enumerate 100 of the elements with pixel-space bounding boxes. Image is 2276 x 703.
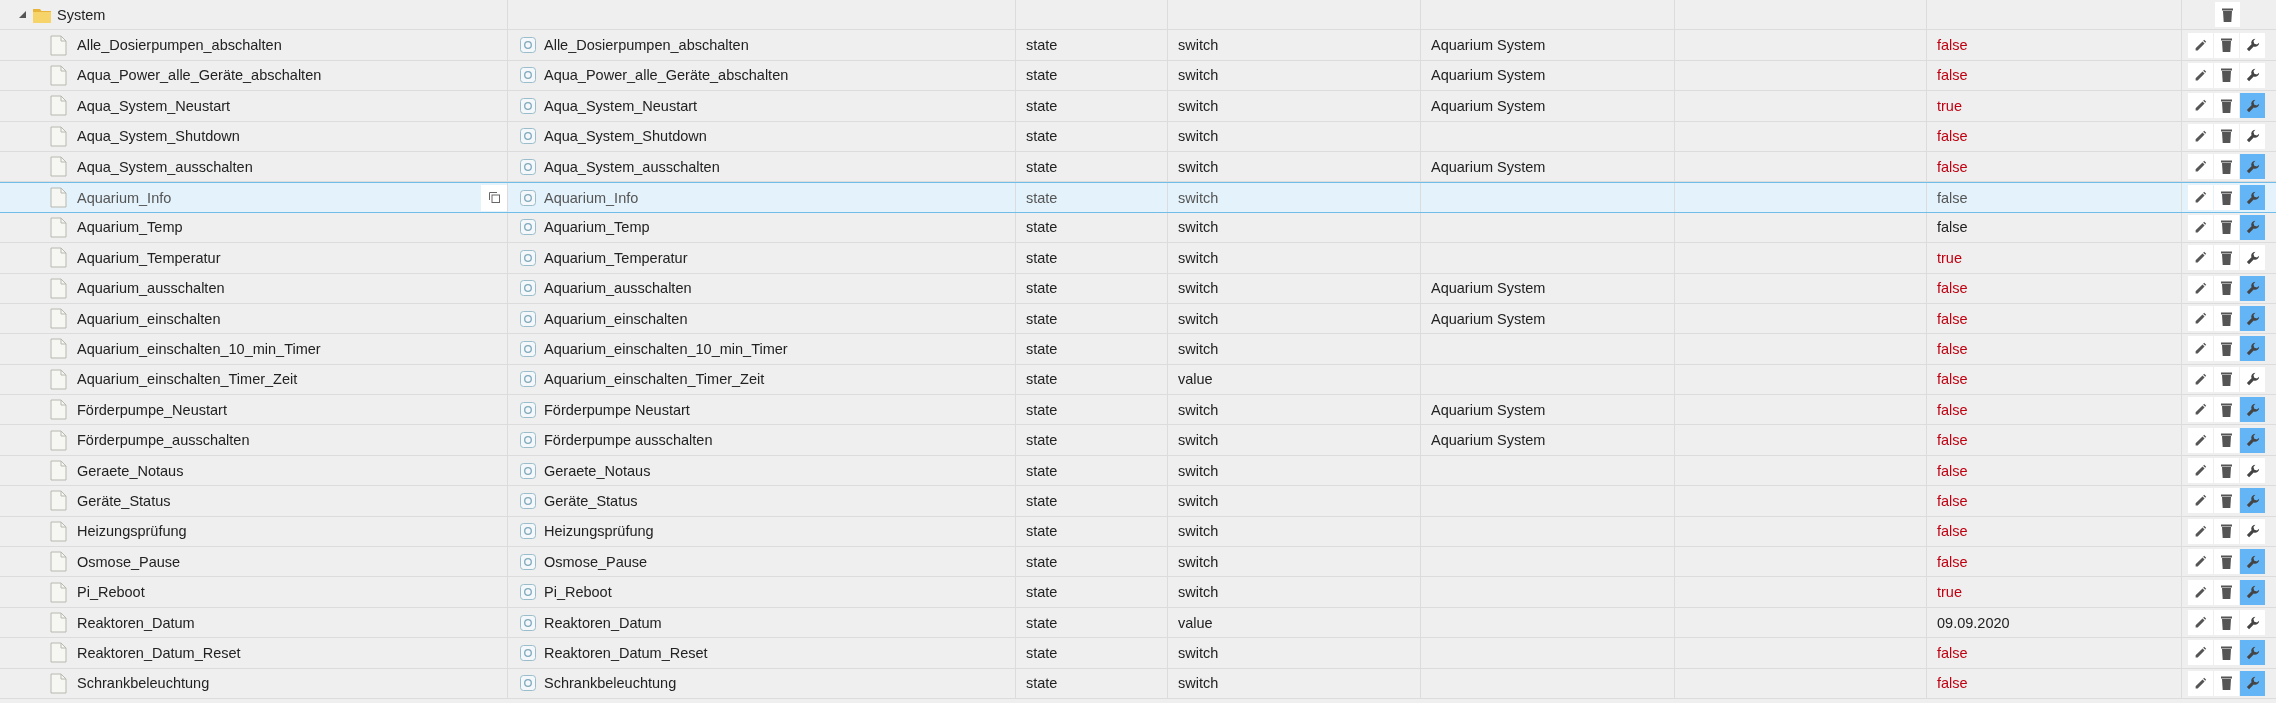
- object-id[interactable]: Aqua_System_ausschalten: [77, 158, 253, 175]
- object-id[interactable]: Aquarium_einschalten_10_min_Timer: [77, 341, 321, 357]
- object-id[interactable]: Aqua_Power_alle_Geräte_abschalten: [77, 67, 322, 84]
- object-id[interactable]: Aquarium_ausschalten: [77, 280, 225, 297]
- delete-button[interactable]: [2214, 458, 2239, 484]
- delete-button[interactable]: [2214, 336, 2239, 362]
- delete-button[interactable]: [2214, 488, 2239, 514]
- object-id[interactable]: Geräte_Status: [77, 492, 171, 509]
- edit-button[interactable]: [2188, 670, 2213, 696]
- object-id[interactable]: Aquarium_Temp: [77, 219, 183, 236]
- edit-button[interactable]: [2188, 275, 2213, 301]
- object-id[interactable]: Aquarium_Info: [77, 189, 172, 206]
- object-id[interactable]: Aqua_System_Neustart: [77, 97, 231, 114]
- edit-button[interactable]: [2188, 93, 2213, 119]
- edit-button[interactable]: [2188, 458, 2213, 484]
- custom-settings-button[interactable]: [2240, 488, 2265, 514]
- custom-settings-button[interactable]: [2240, 670, 2265, 696]
- delete-button[interactable]: [2214, 185, 2239, 211]
- expand-arrow-icon[interactable]: [18, 10, 27, 20]
- object-type: state: [1026, 280, 1058, 297]
- edit-button[interactable]: [2188, 185, 2213, 211]
- edit-button[interactable]: [2188, 154, 2213, 180]
- object-id[interactable]: Aquarium_einschalten: [77, 310, 221, 327]
- edit-button[interactable]: [2188, 488, 2213, 514]
- edit-button[interactable]: [2188, 32, 2213, 58]
- trash-icon: [2221, 68, 2232, 83]
- custom-settings-button[interactable]: [2240, 518, 2265, 544]
- object-value: 09.09.2020: [1937, 614, 2010, 631]
- delete-button[interactable]: [2214, 549, 2239, 575]
- custom-settings-button[interactable]: [2240, 245, 2265, 271]
- delete-button[interactable]: [2214, 518, 2239, 544]
- object-value: false: [1937, 492, 1968, 509]
- custom-settings-button[interactable]: [2240, 640, 2265, 666]
- edit-button[interactable]: [2188, 214, 2213, 240]
- delete-button[interactable]: [2214, 123, 2239, 149]
- object-room: Aquarium System: [1431, 310, 1546, 327]
- edit-button[interactable]: [2188, 245, 2213, 271]
- delete-button[interactable]: [2214, 306, 2239, 332]
- object-id[interactable]: Heizungsprüfung: [77, 523, 187, 540]
- delete-button[interactable]: [2214, 366, 2239, 392]
- object-id[interactable]: Aquarium_Temperatur: [77, 249, 221, 266]
- delete-button[interactable]: [2214, 670, 2239, 696]
- object-type: state: [1026, 310, 1058, 327]
- delete-button[interactable]: [2214, 214, 2239, 240]
- custom-settings-button[interactable]: [2240, 32, 2265, 58]
- edit-button[interactable]: [2188, 579, 2213, 605]
- custom-settings-button[interactable]: [2240, 154, 2265, 180]
- edit-button[interactable]: [2188, 640, 2213, 666]
- delete-button[interactable]: [2214, 397, 2239, 423]
- custom-settings-button[interactable]: [2240, 336, 2265, 362]
- custom-settings-button[interactable]: [2240, 62, 2265, 88]
- edit-button[interactable]: [2188, 610, 2213, 635]
- edit-button[interactable]: [2188, 549, 2213, 575]
- delete-button[interactable]: [2214, 610, 2239, 635]
- custom-settings-button[interactable]: [2240, 275, 2265, 301]
- custom-settings-button[interactable]: [2240, 610, 2265, 635]
- object-id[interactable]: Reaktoren_Datum: [77, 614, 195, 631]
- delete-button[interactable]: [2214, 93, 2239, 119]
- delete-button[interactable]: [2215, 2, 2240, 28]
- custom-settings-button[interactable]: [2240, 549, 2265, 575]
- custom-settings-button[interactable]: [2240, 306, 2265, 332]
- object-id[interactable]: Alle_Dosierpumpen_abschalten: [77, 37, 282, 54]
- object-value: false: [1937, 341, 1968, 357]
- edit-button[interactable]: [2188, 427, 2213, 453]
- object-id[interactable]: Reaktoren_Datum_Reset: [77, 644, 241, 661]
- copy-button[interactable]: [481, 184, 507, 211]
- edit-button[interactable]: [2188, 336, 2213, 362]
- delete-button[interactable]: [2214, 32, 2239, 58]
- object-id[interactable]: Aqua_System_Shutdown: [77, 128, 240, 145]
- delete-button[interactable]: [2214, 62, 2239, 88]
- object-id[interactable]: Osmose_Pause: [77, 553, 181, 570]
- custom-settings-button[interactable]: [2240, 366, 2265, 392]
- edit-button[interactable]: [2188, 366, 2213, 392]
- delete-button[interactable]: [2214, 154, 2239, 180]
- object-id[interactable]: Schrankbeleuchtung: [77, 675, 210, 692]
- delete-button[interactable]: [2214, 245, 2239, 271]
- custom-settings-button[interactable]: [2240, 123, 2265, 149]
- edit-button[interactable]: [2188, 123, 2213, 149]
- edit-button[interactable]: [2188, 518, 2213, 544]
- custom-settings-button[interactable]: [2240, 214, 2265, 240]
- delete-button[interactable]: [2214, 275, 2239, 301]
- file-icon: [50, 34, 67, 56]
- custom-settings-button[interactable]: [2240, 397, 2265, 423]
- delete-button[interactable]: [2214, 427, 2239, 453]
- delete-button[interactable]: [2214, 579, 2239, 605]
- custom-settings-button[interactable]: [2240, 93, 2265, 119]
- object-id[interactable]: Pi_Reboot: [77, 584, 145, 601]
- object-id[interactable]: Förderpumpe_Neustart: [77, 401, 227, 418]
- custom-settings-button[interactable]: [2240, 579, 2265, 605]
- folder-name[interactable]: System: [57, 6, 106, 23]
- custom-settings-button[interactable]: [2240, 185, 2265, 211]
- custom-settings-button[interactable]: [2240, 427, 2265, 453]
- custom-settings-button[interactable]: [2240, 458, 2265, 484]
- object-id[interactable]: Aquarium_einschalten_Timer_Zeit: [77, 371, 298, 388]
- edit-button[interactable]: [2188, 306, 2213, 332]
- edit-button[interactable]: [2188, 62, 2213, 88]
- object-id[interactable]: Geraete_Notaus: [77, 462, 184, 479]
- edit-button[interactable]: [2188, 397, 2213, 423]
- delete-button[interactable]: [2214, 640, 2239, 666]
- object-id[interactable]: Förderpumpe_ausschalten: [77, 432, 250, 449]
